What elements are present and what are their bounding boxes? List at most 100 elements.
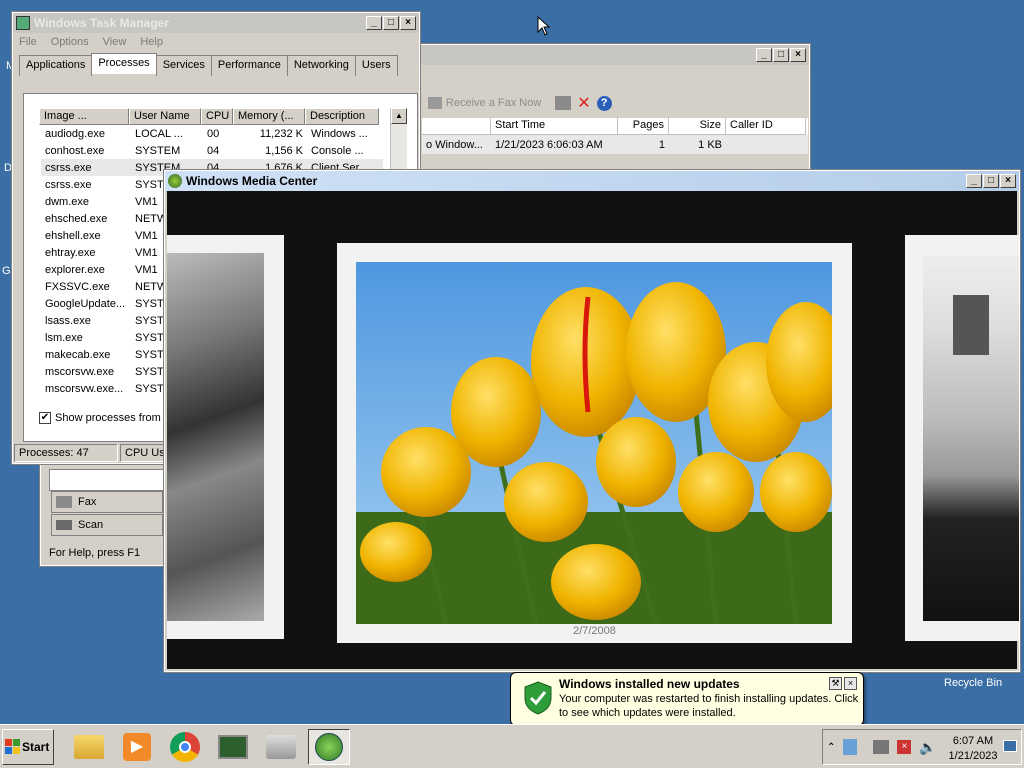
fax-taskbar-button[interactable] — [260, 729, 302, 765]
column-image-name[interactable]: Image ... — [39, 108, 129, 125]
column-pages[interactable]: Pages — [618, 118, 669, 135]
process-cell: LOCAL ... — [135, 127, 183, 140]
cat-photo — [167, 253, 264, 621]
media-center-icon — [168, 174, 182, 188]
update-notification[interactable]: Windows installed new updates Your compu… — [510, 672, 864, 726]
tab-processes[interactable]: Processes — [91, 53, 157, 74]
delete-icon[interactable]: ✕ — [577, 93, 590, 113]
menu-view[interactable]: View — [103, 36, 127, 48]
maximize-button[interactable]: □ — [773, 48, 789, 62]
close-button[interactable]: × — [1000, 174, 1016, 188]
fax-list-header: Start Time Pages Size Caller ID — [422, 118, 808, 135]
tab-services[interactable]: Services — [155, 55, 212, 76]
media-center-titlebar[interactable]: Windows Media Center _ □ × — [165, 171, 1019, 191]
process-cell: 11,232 K — [259, 127, 303, 140]
folder-icon — [74, 734, 104, 759]
scroll-up-button[interactable]: ▲ — [391, 108, 407, 124]
notification-title: Windows installed new updates — [559, 677, 740, 691]
task-manager-icon — [16, 16, 30, 30]
show-all-processes[interactable]: ✔ Show processes from a — [39, 412, 170, 424]
system-tray: ⌃ × 🔈 6:07 AM 1/21/2023 — [822, 729, 1022, 765]
show-all-label: Show processes from a — [55, 412, 170, 424]
previous-photo[interactable] — [167, 235, 284, 639]
process-cell: makecab.exe — [45, 348, 111, 361]
close-button[interactable]: × — [400, 16, 416, 30]
task-manager-taskbar-button[interactable] — [212, 729, 254, 765]
network-icon[interactable] — [873, 740, 890, 754]
process-cell: ehshell.exe — [45, 229, 101, 242]
process-cell: csrss.exe — [45, 178, 92, 191]
desktop-icon-label-fragment[interactable]: D — [4, 162, 12, 174]
column-cpu[interactable]: CPU — [201, 108, 233, 125]
task-manager-titlebar[interactable]: Windows Task Manager _ □ × — [13, 13, 419, 33]
media-center-window: Windows Media Center _ □ × 2/7/2008 — [163, 169, 1021, 673]
process-row[interactable]: conhost.exe SYSTEM 04 1,156 K Console ... — [41, 142, 383, 159]
help-icon[interactable]: ? — [596, 95, 612, 111]
process-cell: ehtray.exe — [45, 246, 96, 259]
tab-applications[interactable]: Applications — [19, 55, 93, 76]
process-cell: FXSSVC.exe — [45, 280, 110, 293]
current-photo[interactable]: 2/7/2008 — [337, 243, 852, 643]
menu-help[interactable]: Help — [140, 36, 163, 48]
column-user-name[interactable]: User Name — [129, 108, 201, 125]
process-cell: ehsched.exe — [45, 212, 108, 225]
clock-date: 1/21/2023 — [948, 750, 998, 762]
process-row[interactable]: audiodg.exe LOCAL ... 00 11,232 K Windows ..… — [41, 125, 383, 142]
menu-file[interactable]: File — [19, 36, 37, 48]
clock-time: 6:07 AM — [952, 735, 994, 747]
show-all-checkbox[interactable]: ✔ — [39, 412, 51, 424]
volume-icon[interactable]: 🔈 — [919, 739, 936, 756]
window-title: Windows Media Center — [186, 174, 318, 188]
show-hidden-icons-icon[interactable]: ⌃ — [827, 742, 835, 753]
process-cell: audiodg.exe — [45, 127, 105, 140]
tab-strip: Applications Processes Services Performa… — [13, 53, 419, 76]
maximize-button[interactable]: □ — [983, 174, 999, 188]
show-desktop-icon[interactable] — [1003, 740, 1017, 752]
recycle-bin-label[interactable]: Recycle Bin — [944, 677, 1002, 689]
minimize-button[interactable]: _ — [366, 16, 382, 30]
process-list-header: Image ... User Name CPU Memory (... Desc… — [39, 108, 379, 125]
options-icon[interactable]: ⚒ — [829, 677, 842, 690]
process-cell: mscorsvw.exe... — [45, 382, 124, 395]
shield-check-icon — [524, 681, 552, 715]
process-cell: mscorsvw.exe — [45, 365, 115, 378]
windows-logo-icon — [5, 739, 20, 754]
menu-options[interactable]: Options — [51, 36, 89, 48]
desktop-icon-label-fragment[interactable]: G — [2, 265, 11, 277]
minimize-button[interactable]: _ — [756, 48, 772, 62]
process-cell: 04 — [207, 144, 220, 157]
next-photo[interactable] — [905, 235, 1019, 641]
start-button[interactable]: Start — [2, 728, 54, 765]
minimize-button[interactable]: _ — [966, 174, 982, 188]
process-cell: GoogleUpdate... — [45, 297, 126, 310]
column-size[interactable]: Size — [669, 118, 726, 135]
clock[interactable]: 6:07 AM 1/21/2023 — [943, 734, 1003, 764]
column-memory[interactable]: Memory (... — [233, 108, 305, 125]
scan-icon — [56, 520, 72, 530]
chrome-taskbar-button[interactable] — [164, 729, 206, 765]
column-start-time[interactable]: Start Time — [491, 118, 618, 135]
nav-fax[interactable]: Fax — [51, 491, 163, 513]
fax-list-row[interactable]: o Window... 1/21/2023 6:06:03 AM 1 1 KB — [422, 135, 808, 154]
receive-fax-button[interactable]: Receive a Fax Now — [427, 97, 541, 109]
media-center-taskbar-button[interactable] — [308, 728, 350, 765]
close-icon[interactable]: × — [844, 677, 857, 690]
maximize-button[interactable]: □ — [383, 16, 399, 30]
action-center-icon[interactable] — [843, 739, 858, 755]
tab-performance[interactable]: Performance — [210, 55, 288, 76]
process-cell: conhost.exe — [45, 144, 105, 157]
fax-nav: Fax Scan — [51, 491, 163, 536]
tab-networking[interactable]: Networking — [286, 55, 356, 76]
print-icon[interactable] — [555, 96, 572, 110]
column-description[interactable]: Description — [305, 108, 379, 125]
slideshow-area: 2/7/2008 — [167, 191, 1019, 669]
security-alert-icon[interactable]: × — [897, 740, 912, 754]
close-button[interactable]: × — [790, 48, 806, 62]
tab-users[interactable]: Users — [354, 55, 398, 76]
explorer-taskbar-button[interactable] — [68, 729, 110, 765]
process-cell: SYSTEM — [135, 144, 181, 157]
nav-scan[interactable]: Scan — [51, 514, 163, 536]
column-caller-id[interactable]: Caller ID — [726, 118, 806, 135]
process-cell: csrss.exe — [45, 161, 92, 174]
media-player-taskbar-button[interactable]: ▶ — [116, 729, 158, 765]
